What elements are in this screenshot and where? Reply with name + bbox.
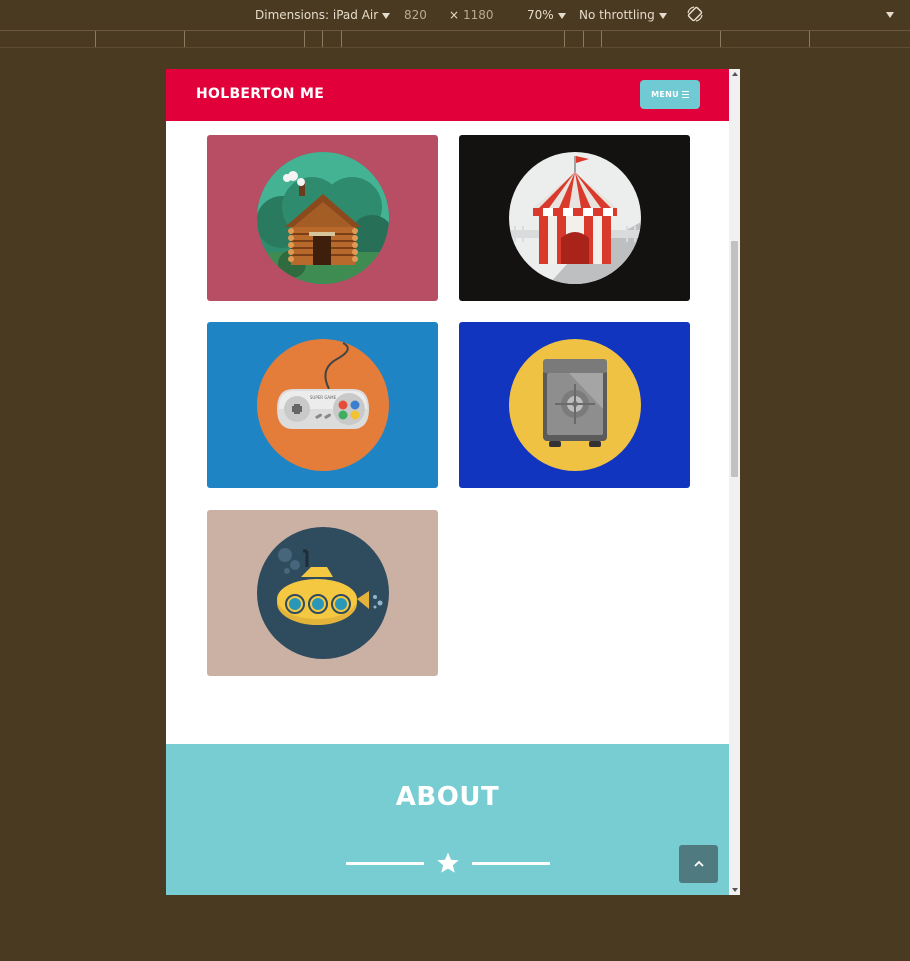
cabin-icon (256, 152, 389, 284)
times-sign: × (449, 8, 460, 22)
scroll-thumb[interactable] (731, 241, 738, 477)
zoom-select[interactable]: 70% (527, 8, 566, 22)
controller-label: SUPER GAME (309, 395, 336, 400)
page-scrollbar[interactable] (729, 69, 740, 895)
device-viewport: HOLBERTON ME MENU SUPER GAME ABOUT (166, 69, 740, 895)
circus-tent-icon (508, 152, 641, 284)
media-query-ruler (0, 31, 910, 48)
menu-label: MENU (651, 90, 679, 99)
scroll-down-arrow[interactable] (732, 888, 738, 892)
device-label: Dimensions: iPad Air (255, 8, 379, 22)
star-icon (437, 852, 459, 873)
portfolio-item-circus-tent[interactable] (459, 135, 690, 301)
scroll-to-top-button[interactable] (679, 845, 718, 883)
rotate-icon[interactable] (686, 5, 704, 23)
more-options-icon[interactable] (886, 12, 894, 18)
divider-line-left (346, 862, 424, 865)
devtools-toolbar: Dimensions: iPad Air 820 × 1180 70% No t… (0, 0, 910, 31)
chevron-down-icon (658, 12, 667, 19)
throttling-select[interactable]: No throttling (579, 8, 667, 22)
brand-link[interactable]: HOLBERTON ME (196, 86, 324, 102)
divider-line-right (472, 862, 550, 865)
chevron-up-icon (693, 860, 704, 867)
chevron-down-icon (382, 12, 391, 19)
menu-button[interactable]: MENU (640, 80, 700, 109)
device-select[interactable]: Dimensions: iPad Air (255, 8, 391, 22)
about-title: ABOUT (395, 782, 500, 812)
portfolio-item-safe[interactable] (459, 322, 690, 488)
chevron-down-icon (557, 12, 566, 19)
menu-icon (681, 90, 689, 99)
safe-icon (508, 339, 641, 471)
height-input[interactable]: 1180 (463, 8, 494, 22)
zoom-label: 70% (527, 8, 554, 22)
scroll-up-arrow[interactable] (732, 72, 738, 76)
about-section: ABOUT (166, 744, 729, 895)
navbar: HOLBERTON ME MENU (166, 69, 729, 121)
throttling-label: No throttling (579, 8, 655, 22)
portfolio-item-submarine[interactable] (207, 510, 438, 676)
portfolio-item-cabin[interactable] (207, 135, 438, 301)
portfolio-item-game-controller[interactable]: SUPER GAME (207, 322, 438, 488)
width-input[interactable]: 820 (404, 8, 427, 22)
game-controller-icon: SUPER GAME (256, 339, 389, 471)
submarine-icon (256, 527, 389, 659)
